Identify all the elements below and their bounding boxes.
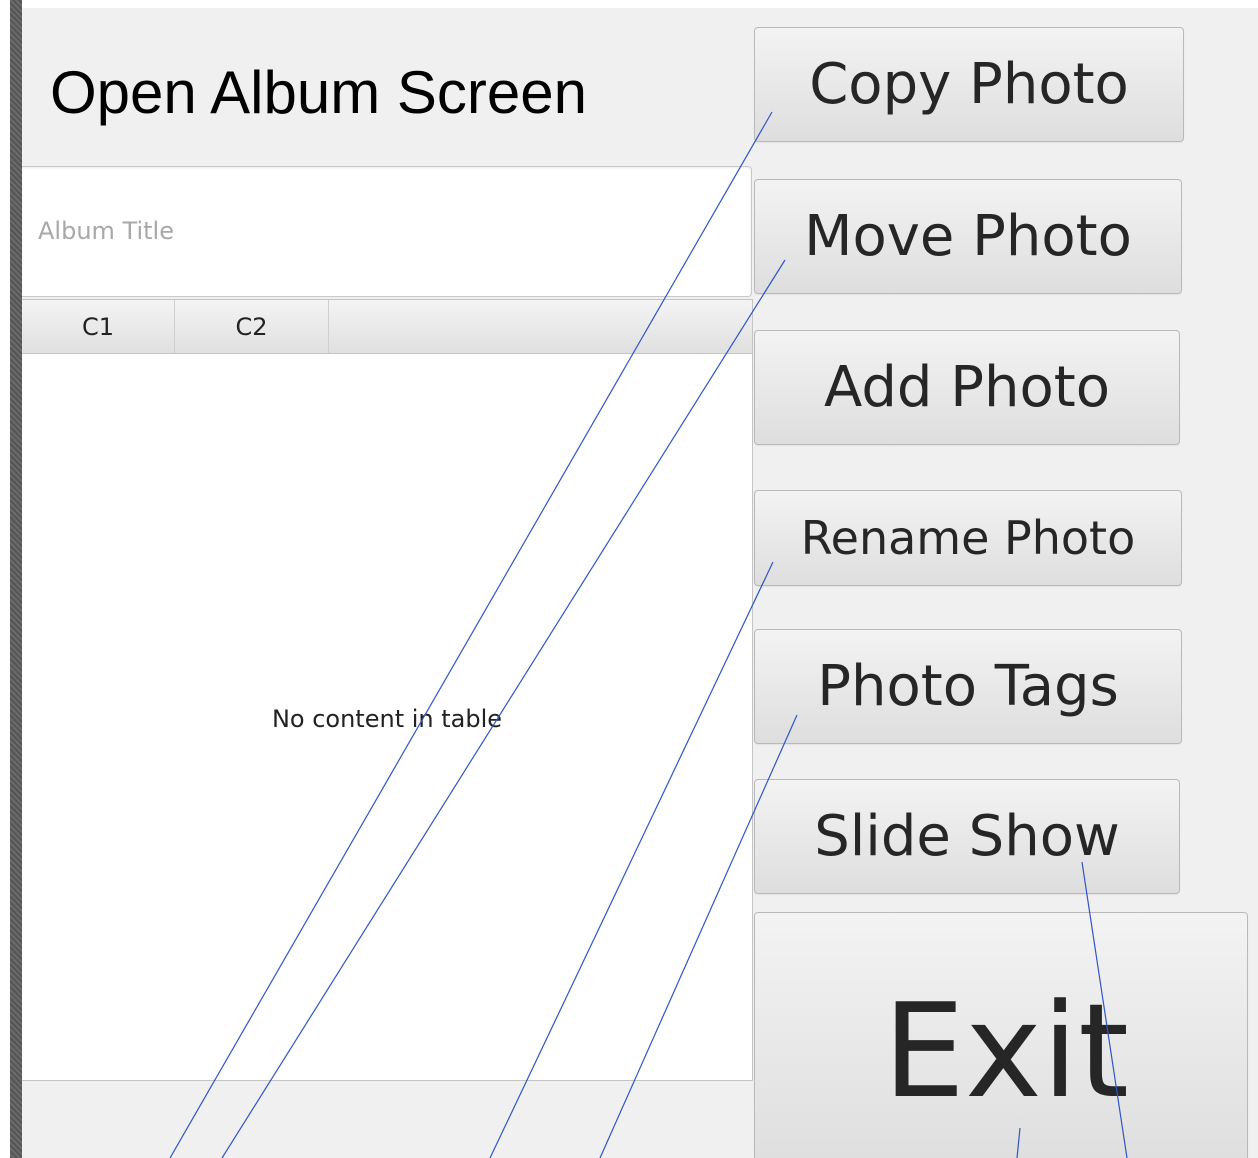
table-header: C1 C2 xyxy=(22,300,752,354)
table-empty-placeholder: No content in table xyxy=(271,705,503,733)
column-header-filler xyxy=(329,300,752,353)
column-header-c1[interactable]: C1 xyxy=(22,300,175,353)
column-header-c2[interactable]: C2 xyxy=(175,300,329,353)
rename-photo-label: Rename Photo xyxy=(800,511,1136,565)
photo-table[interactable]: C1 C2 No content in table xyxy=(22,299,753,1081)
window-outer-edge xyxy=(0,0,10,1158)
slide-show-button[interactable]: Slide Show xyxy=(754,779,1180,894)
slide-show-label: Slide Show xyxy=(814,804,1120,869)
add-photo-button[interactable]: Add Photo xyxy=(754,330,1180,445)
move-photo-label: Move Photo xyxy=(804,204,1132,269)
window-left-border xyxy=(10,0,22,1158)
rename-photo-button[interactable]: Rename Photo xyxy=(754,490,1182,586)
album-title-input[interactable] xyxy=(38,211,728,251)
open-album-window: Open Album Screen C1 C2 No content in ta… xyxy=(0,0,1258,1158)
copy-photo-button[interactable]: Copy Photo xyxy=(754,27,1184,142)
exit-button[interactable]: Exit xyxy=(754,912,1248,1158)
window-top-edge xyxy=(0,0,1258,8)
move-photo-button[interactable]: Move Photo xyxy=(754,179,1182,294)
exit-label: Exit xyxy=(882,975,1130,1127)
photo-tags-button[interactable]: Photo Tags xyxy=(754,629,1182,744)
copy-photo-label: Copy Photo xyxy=(809,52,1129,117)
screen-title: Open Album Screen xyxy=(50,59,587,126)
album-title-field[interactable] xyxy=(22,166,752,297)
add-photo-label: Add Photo xyxy=(824,355,1110,420)
photo-tags-label: Photo Tags xyxy=(817,654,1119,719)
